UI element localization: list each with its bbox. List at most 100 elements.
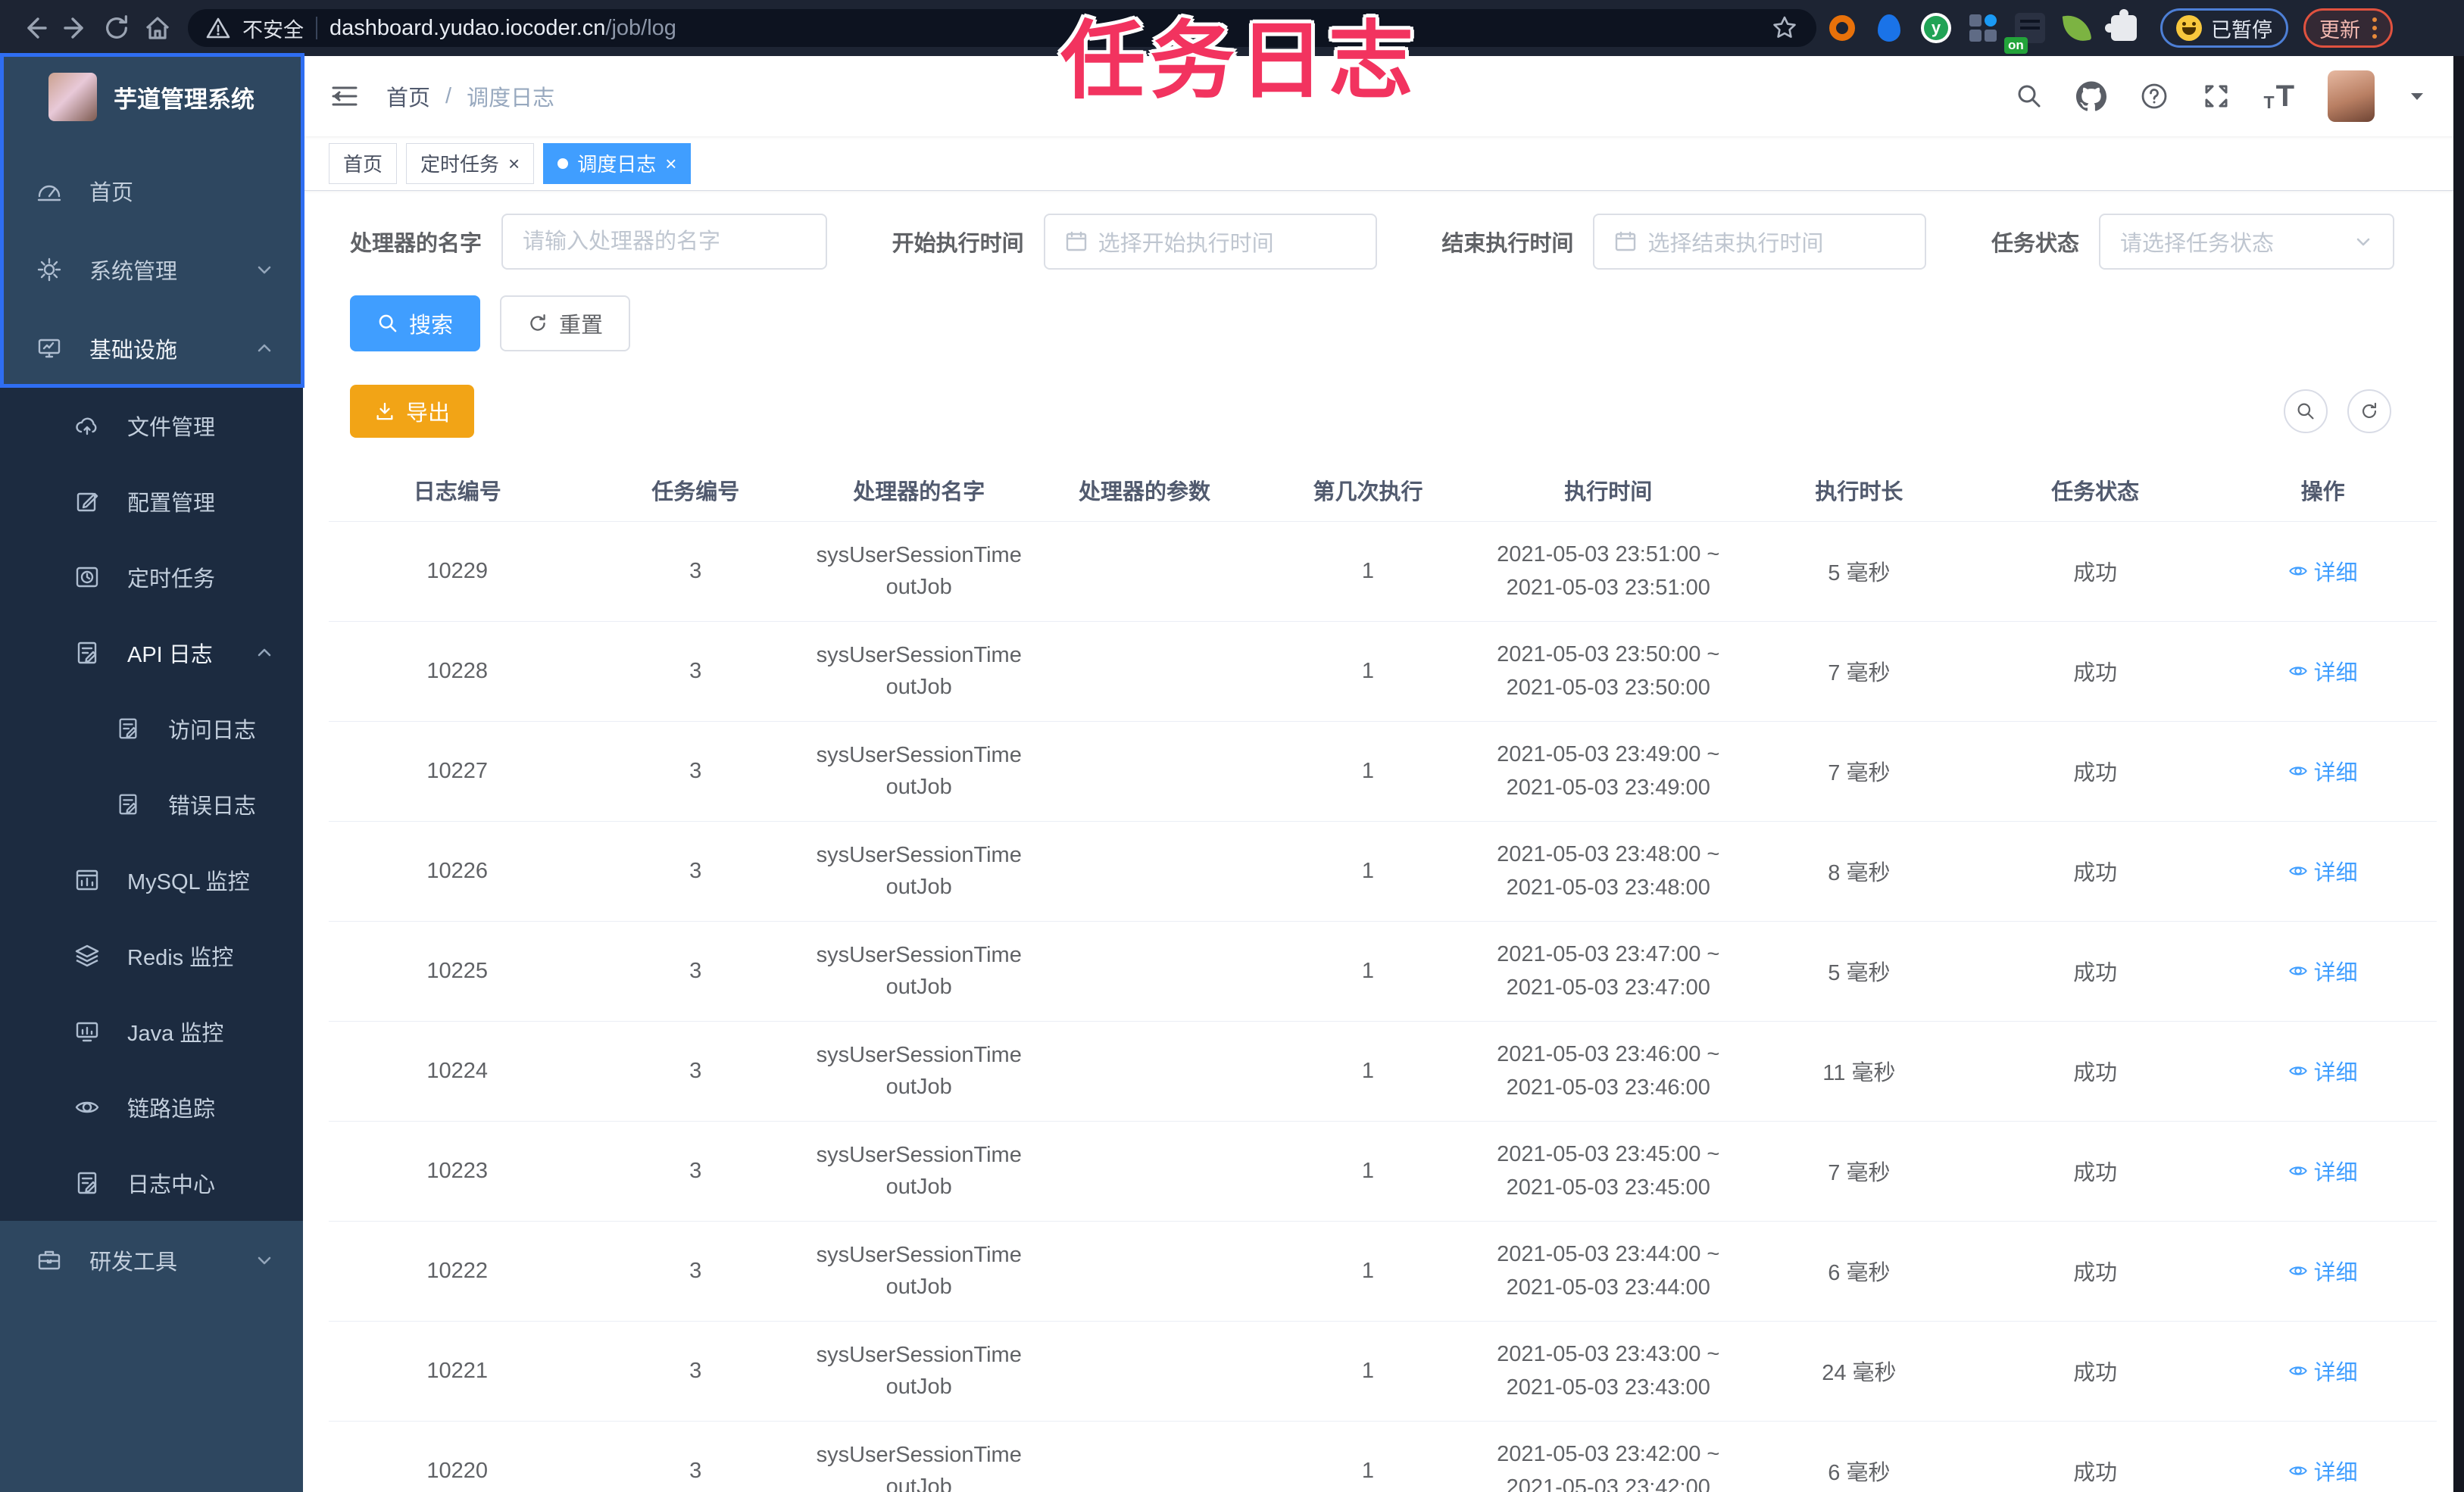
time-cell: 2021-05-03 23:49:00 ~2021-05-03 23:49:00: [1479, 721, 1737, 822]
sidebar-item-infrastructure[interactable]: 基础设施: [0, 309, 303, 388]
main-content: 处理器的名字 开始执行时间 选择开始执行时间 结束执行时间 选择结束执行时间 任…: [303, 191, 2453, 1492]
table-row: 10221 3 sysUserSessionTimeoutJob 1 2021-…: [329, 1321, 2437, 1422]
detail-link[interactable]: 详细: [2288, 755, 2358, 787]
page-scrollbar[interactable]: [2453, 56, 2464, 1492]
calendar-icon: [1065, 230, 1088, 253]
extension-on-icon[interactable]: on: [2004, 7, 2051, 54]
time-cell: 2021-05-03 23:43:00 ~2021-05-03 23:43:00: [1479, 1321, 1737, 1422]
detail-link[interactable]: 详细: [2288, 1155, 2358, 1187]
param-cell: [1032, 921, 1257, 1022]
tab-scheduled-jobs[interactable]: 定时任务 ×: [406, 142, 535, 184]
chevron-down-icon: [255, 260, 274, 279]
param-cell: [1032, 821, 1257, 922]
sidebar-item-scheduled-jobs[interactable]: 定时任务: [0, 539, 303, 615]
layers-icon: [73, 943, 101, 969]
eye-icon: [2288, 666, 2307, 676]
bookmark-star-icon[interactable]: [1771, 14, 1798, 42]
action-cell: 详细: [2209, 1321, 2437, 1422]
sidebar-item-log-center[interactable]: 日志中心: [0, 1145, 303, 1221]
chevron-down-icon: [2353, 232, 2373, 251]
log-id-cell: 10226: [329, 821, 586, 922]
app-logo[interactable]: 芋道管理系统: [0, 56, 303, 138]
not-secure-warning-icon[interactable]: [206, 16, 230, 40]
detail-link[interactable]: 详细: [2288, 655, 2358, 687]
sidebar-item-dev-tools[interactable]: 研发工具: [0, 1221, 303, 1300]
detail-link[interactable]: 详细: [2288, 555, 2358, 587]
sidebar-item-redis-monitor[interactable]: Redis 监控: [0, 918, 303, 994]
forward-icon[interactable]: [58, 10, 94, 46]
close-icon[interactable]: ×: [508, 154, 520, 173]
param-cell: [1032, 1121, 1257, 1222]
log-id-cell: 10228: [329, 621, 586, 722]
sidebar-item-system[interactable]: 系统管理: [0, 230, 303, 309]
detail-link[interactable]: 详细: [2288, 855, 2358, 887]
font-size-icon[interactable]: TT: [2264, 81, 2295, 111]
start-time-picker[interactable]: 选择开始执行时间: [1043, 214, 1377, 270]
clock-icon: [73, 564, 101, 590]
sidebar-item-api-log[interactable]: API 日志: [0, 615, 303, 691]
handler-name-label: 处理器的名字: [350, 232, 482, 256]
export-button[interactable]: 导出: [350, 385, 475, 438]
detail-link[interactable]: 详细: [2288, 1055, 2358, 1087]
sidebar-item-access-log[interactable]: 访问日志: [0, 691, 303, 766]
extension-grid-icon[interactable]: [1962, 7, 2004, 49]
extension-leaf-icon[interactable]: [2056, 7, 2098, 49]
times-cell: 1: [1256, 721, 1480, 822]
extension-drop-icon[interactable]: [1868, 7, 1910, 49]
close-icon[interactable]: ×: [665, 154, 676, 173]
breadcrumb-home[interactable]: 首页: [386, 80, 430, 112]
sidebar-item-file-management[interactable]: 文件管理: [0, 388, 303, 464]
refresh-button[interactable]: [2347, 389, 2391, 433]
task-id-cell: 3: [586, 821, 805, 922]
github-icon[interactable]: [2075, 81, 2106, 111]
document-edit-icon: [114, 716, 142, 741]
filter-form: 处理器的名字 开始执行时间 选择开始执行时间 结束执行时间 选择结束执行时间 任…: [329, 214, 2437, 270]
sidebar-toggle-icon[interactable]: [329, 80, 361, 112]
detail-link[interactable]: 详细: [2288, 1455, 2358, 1487]
reload-icon[interactable]: [98, 10, 135, 46]
browser-menu-icon[interactable]: [2372, 17, 2377, 39]
sidebar-item-mysql-monitor[interactable]: MySQL 监控: [0, 842, 303, 918]
end-time-picker[interactable]: 选择结束执行时间: [1593, 214, 1927, 270]
fullscreen-icon[interactable]: [2202, 82, 2231, 111]
not-secure-label[interactable]: 不安全: [242, 14, 304, 43]
search-button[interactable]: 搜索: [350, 295, 481, 351]
url-text[interactable]: dashboard.yudao.iocoder.cn/job/log: [329, 16, 676, 41]
table-row: 10222 3 sysUserSessionTimeoutJob 1 2021-…: [329, 1221, 2437, 1322]
extension-green-icon[interactable]: y: [1915, 7, 1957, 49]
sidebar-item-error-log[interactable]: 错误日志: [0, 766, 303, 842]
address-bar[interactable]: 不安全 dashboard.yudao.iocoder.cn/job/log: [188, 9, 1816, 47]
handler-name-input[interactable]: [501, 214, 828, 270]
detail-link[interactable]: 详细: [2288, 1355, 2358, 1387]
sidebar-item-java-monitor[interactable]: Java 监控: [0, 994, 303, 1069]
caret-down-icon[interactable]: [2408, 87, 2426, 105]
reset-button[interactable]: 重置: [500, 295, 631, 351]
sidebar-item-home[interactable]: 首页: [0, 151, 303, 230]
extension-orange-icon[interactable]: [1821, 7, 1863, 49]
sidebar-item-tracing[interactable]: 链路追踪: [0, 1069, 303, 1145]
browser-update-button[interactable]: 更新: [2303, 8, 2393, 48]
toggle-search-button[interactable]: [2284, 389, 2328, 433]
help-icon[interactable]: [2140, 82, 2169, 111]
task-id-cell: 3: [586, 721, 805, 822]
action-cell: 详细: [2209, 1421, 2437, 1492]
profile-paused-chip[interactable]: 已暂停: [2160, 8, 2288, 48]
tab-job-log[interactable]: 调度日志 ×: [543, 142, 692, 184]
gear-icon: [35, 257, 64, 282]
back-icon[interactable]: [17, 10, 53, 46]
detail-link[interactable]: 详细: [2288, 955, 2358, 987]
avatar[interactable]: [2328, 70, 2375, 122]
handler-cell: sysUserSessionTimeoutJob: [804, 721, 1033, 822]
task-id-cell: 3: [586, 921, 805, 1022]
extension-puzzle-icon[interactable]: [2103, 7, 2145, 49]
detail-link[interactable]: 详细: [2288, 1255, 2358, 1287]
home-icon[interactable]: [139, 10, 176, 46]
col-task-id: 任务编号: [586, 459, 805, 522]
duration-cell: 6 毫秒: [1736, 1421, 1982, 1492]
search-icon[interactable]: [2016, 83, 2043, 110]
param-cell: [1032, 621, 1257, 722]
status-select[interactable]: 请选择任务状态: [2098, 214, 2394, 270]
tab-home[interactable]: 首页: [329, 142, 398, 184]
sidebar: 芋道管理系统 首页 系统管理 基础设施 文件管理 配置管理 定时任务 API 日…: [0, 56, 303, 1492]
sidebar-item-config-management[interactable]: 配置管理: [0, 464, 303, 539]
